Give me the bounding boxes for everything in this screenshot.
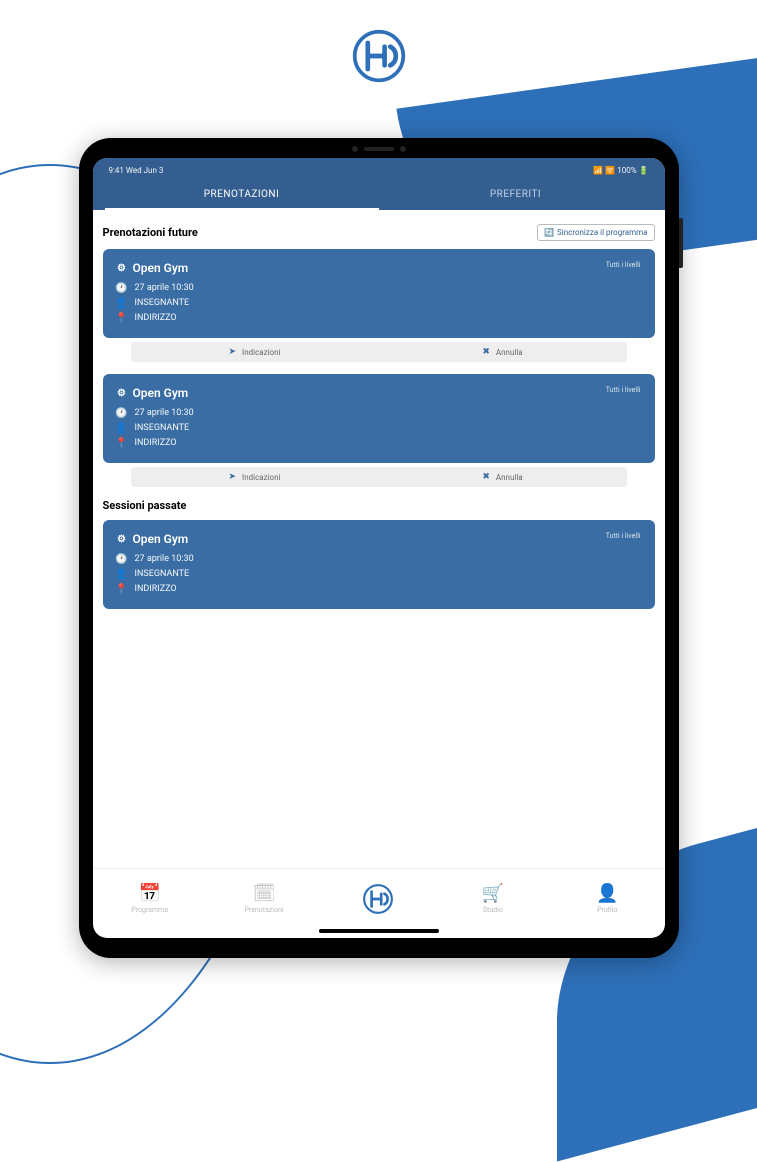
sync-icon: 🔄 — [544, 228, 554, 237]
header-tabs: PRENOTAZIONI PREFERITI — [105, 181, 653, 210]
nav-profilo-label: Profilo — [597, 906, 617, 914]
card-address: INDIRIZZO — [135, 584, 177, 594]
tablet-side-button — [679, 218, 683, 268]
cancel-button[interactable]: ✖ Annulla — [379, 467, 627, 487]
brand-logo-icon — [351, 28, 407, 84]
future-section-title: Prenotazioni future — [103, 226, 198, 239]
card-date: 27 aprile 10:30 — [135, 408, 194, 418]
card-teacher: INSEGNANTE — [135, 423, 190, 433]
directions-icon: ➤ — [229, 347, 237, 357]
person-icon: 👤 — [117, 423, 127, 433]
card-actions: ➤ Indicazioni ✖ Annulla — [131, 467, 627, 487]
directions-button[interactable]: ➤ Indicazioni — [131, 467, 379, 487]
sync-button[interactable]: 🔄 Sincronizza il programma — [537, 224, 654, 241]
level-badge: Tutti i livelli — [606, 532, 641, 540]
cancel-icon: ✖ — [482, 472, 490, 482]
card-title: Open Gym — [133, 386, 189, 400]
past-section-title: Sessioni passate — [103, 499, 187, 512]
status-bar: 9:41 Wed Jun 3 📶 🛜 100% 🔋 — [105, 164, 653, 181]
pin-icon: 📍 — [117, 584, 127, 594]
cancel-label: Annulla — [496, 473, 523, 482]
card-teacher: INSEGNANTE — [135, 569, 190, 579]
level-badge: Tutti i livelli — [606, 261, 641, 269]
bottom-nav: 📅 Programma 🗓 Prenotazioni 🛒 Studio 👤 — [93, 868, 665, 938]
nav-studio-label: Studio — [483, 906, 503, 914]
person-icon: 👤 — [117, 298, 127, 308]
card-date: 27 aprile 10:30 — [135, 283, 194, 293]
level-badge: Tutti i livelli — [606, 386, 641, 394]
pin-icon: 📍 — [117, 438, 127, 448]
content-area: Prenotazioni future 🔄 Sincronizza il pro… — [93, 210, 665, 868]
user-icon: 👤 — [596, 883, 618, 904]
directions-label: Indicazioni — [242, 473, 280, 482]
cancel-icon: ✖ — [482, 347, 490, 357]
clock-icon: 🕐 — [117, 408, 127, 418]
nav-prenotazioni-label: Prenotazioni — [245, 906, 284, 914]
person-icon: 👤 — [117, 569, 127, 579]
card-date: 27 aprile 10:30 — [135, 554, 194, 564]
booking-card[interactable]: ⚙ Open Gym Tutti i livelli 🕐 27 aprile 10… — [103, 374, 655, 463]
tab-prenotazioni[interactable]: PRENOTAZIONI — [105, 181, 379, 210]
past-section-header: Sessioni passate — [103, 499, 655, 512]
directions-button[interactable]: ➤ Indicazioni — [131, 342, 379, 362]
sync-button-label: Sincronizza il programma — [557, 228, 647, 237]
activity-icon: ⚙ — [117, 263, 127, 273]
brand-logo-wrap — [0, 0, 757, 88]
app-screen: 9:41 Wed Jun 3 📶 🛜 100% 🔋 PRENOTAZIONI P… — [93, 158, 665, 938]
card-actions: ➤ Indicazioni ✖ Annulla — [131, 342, 627, 362]
booking-card[interactable]: ⚙ Open Gym Tutti i livelli 🕐 27 aprile 10… — [103, 249, 655, 338]
card-title: Open Gym — [133, 532, 189, 546]
future-section-header: Prenotazioni future 🔄 Sincronizza il pro… — [103, 224, 655, 241]
brand-logo-icon — [362, 883, 394, 915]
directions-label: Indicazioni — [242, 348, 280, 357]
status-time: 9:41 Wed Jun 3 — [109, 166, 164, 175]
nav-programma-label: Programma — [131, 906, 168, 914]
tab-preferiti[interactable]: PREFERITI — [379, 181, 653, 210]
booking-card[interactable]: ⚙ Open Gym Tutti i livelli 🕐 27 aprile 10… — [103, 520, 655, 609]
card-address: INDIRIZZO — [135, 438, 177, 448]
activity-icon: ⚙ — [117, 388, 127, 398]
tablet-frame: 9:41 Wed Jun 3 📶 🛜 100% 🔋 PRENOTAZIONI P… — [79, 138, 679, 958]
nav-prenotazioni[interactable]: 🗓 Prenotazioni — [229, 883, 299, 914]
directions-icon: ➤ — [229, 472, 237, 482]
calendar-plus-icon: 📅 — [138, 883, 160, 904]
pin-icon: 📍 — [117, 313, 127, 323]
card-teacher: INSEGNANTE — [135, 298, 190, 308]
clock-icon: 🕐 — [117, 554, 127, 564]
clock-icon: 🕐 — [117, 283, 127, 293]
nav-studio[interactable]: 🛒 Studio — [458, 883, 528, 914]
cancel-label: Annulla — [496, 348, 523, 357]
card-title: Open Gym — [133, 261, 189, 275]
cancel-button[interactable]: ✖ Annulla — [379, 342, 627, 362]
nav-home[interactable] — [343, 883, 413, 915]
cart-icon: 🛒 — [482, 883, 504, 904]
calendar-icon: 🗓 — [253, 883, 276, 904]
app-header: 9:41 Wed Jun 3 📶 🛜 100% 🔋 PRENOTAZIONI P… — [93, 158, 665, 210]
tablet-notch — [352, 146, 406, 152]
activity-icon: ⚙ — [117, 534, 127, 544]
status-indicators: 📶 🛜 100% 🔋 — [593, 166, 648, 175]
nav-profilo[interactable]: 👤 Profilo — [572, 883, 642, 914]
card-address: INDIRIZZO — [135, 313, 177, 323]
home-indicator — [319, 929, 439, 933]
nav-programma[interactable]: 📅 Programma — [115, 883, 185, 914]
